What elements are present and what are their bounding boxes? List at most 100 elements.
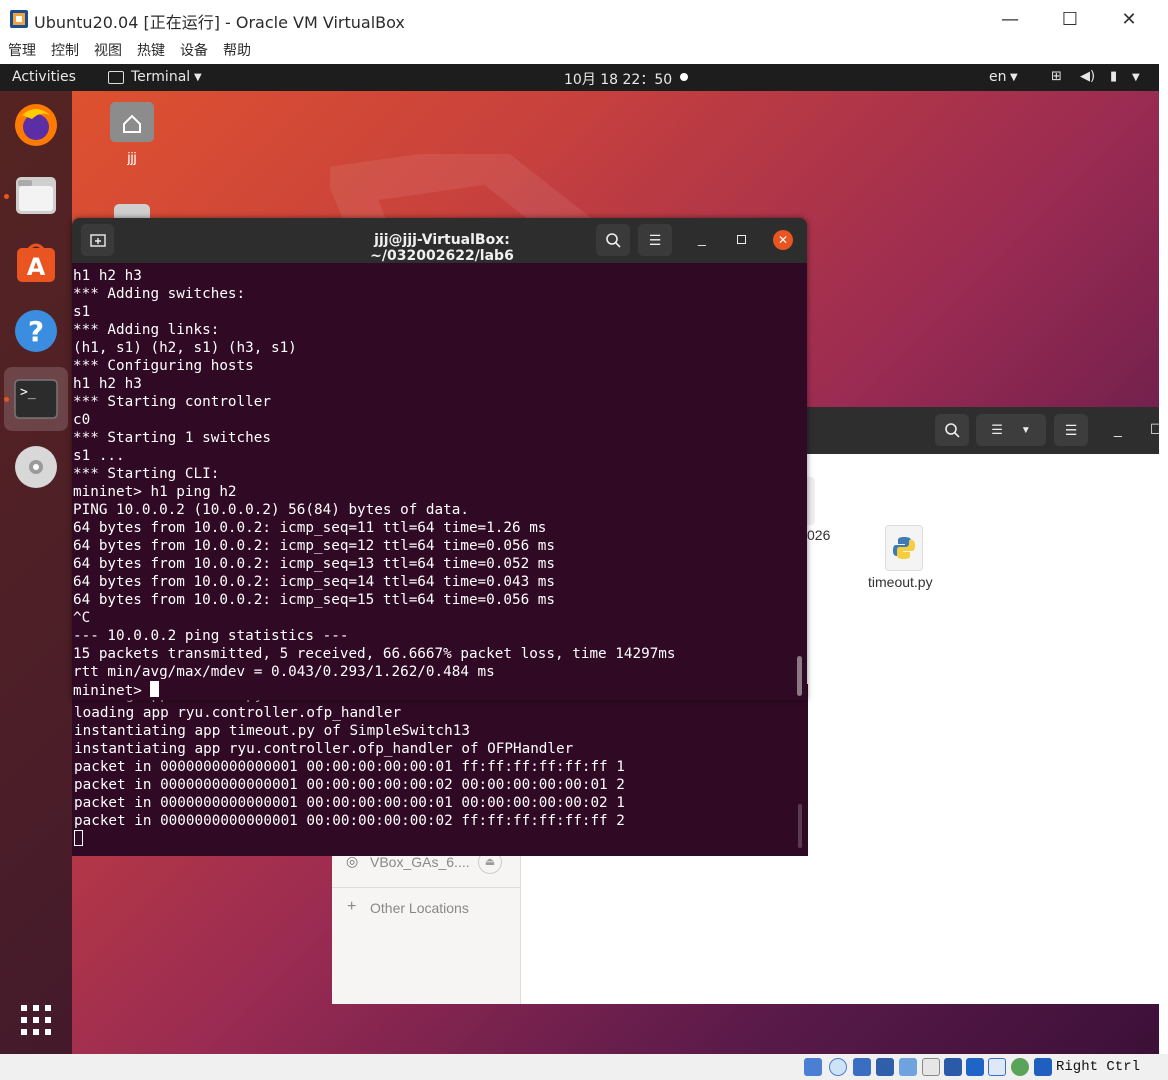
network-icon[interactable]: ⊞ xyxy=(1051,69,1062,84)
optical-disc-icon[interactable] xyxy=(10,441,62,493)
video-capture-icon[interactable] xyxy=(966,1058,984,1076)
close-button[interactable]: ✕ xyxy=(1114,4,1144,34)
help-icon[interactable]: ? xyxy=(10,305,62,357)
terminal-line: ^C xyxy=(73,610,91,626)
terminal-line: *** Adding links: xyxy=(73,322,220,338)
terminal-line: 64 bytes from 10.0.0.2: icmp_seq=11 ttl=… xyxy=(73,520,547,536)
terminal-line: PING 10.0.0.2 (10.0.0.2) 56(84) bytes of… xyxy=(73,502,469,518)
terminal-line: h1 h2 h3 xyxy=(73,376,142,392)
search-icon[interactable] xyxy=(935,414,969,446)
shared-folders-icon[interactable] xyxy=(922,1058,940,1076)
file-label-timeout[interactable]: timeout.py xyxy=(868,574,933,590)
terminal-line: instantiating app ryu.controller.ofp_han… xyxy=(74,741,574,757)
terminal-line: packet in 0000000000000001 00:00:00:00:0… xyxy=(74,777,625,793)
usb-icon[interactable] xyxy=(899,1058,917,1076)
svg-text:>_: >_ xyxy=(20,385,36,400)
terminal-cursor xyxy=(150,681,160,697)
new-tab-icon[interactable] xyxy=(81,224,114,256)
show-applications-icon[interactable] xyxy=(10,994,62,1046)
plus-icon: + xyxy=(347,898,357,915)
terminal-line: *** Configuring hosts xyxy=(73,358,254,374)
minimize-button[interactable]: _ xyxy=(1114,421,1122,437)
terminal-prompt: mininet> xyxy=(73,683,151,699)
optical-drive-icon[interactable] xyxy=(829,1058,847,1076)
file-icon-partial xyxy=(807,477,815,525)
chevron-down-icon: ▼ xyxy=(1020,424,1031,436)
vbox-titlebar: Ubuntu20.04 [正在运行] - Oracle VM VirtualBo… xyxy=(0,0,1168,38)
terminal-headerbar: jjj@jjj-VirtualBox: ~/032002622/lab6 ☰ _… xyxy=(72,218,807,264)
file-label-partial[interactable]: 026 xyxy=(807,527,830,543)
terminal-line: --- 10.0.0.2 ping statistics --- xyxy=(73,628,349,644)
keyboard-capture-icon[interactable] xyxy=(1034,1058,1052,1076)
terminal-window-back[interactable]: loading app timeout.py loading app ryu.c… xyxy=(72,684,808,856)
maximize-button[interactable]: ☐ xyxy=(1055,4,1085,34)
host-window-edge xyxy=(1159,64,1168,1054)
close-button[interactable]: ✕ xyxy=(773,230,793,250)
menu-control[interactable]: 控制 xyxy=(51,38,79,64)
gnome-topbar: Activities Terminal ▼ 10月 18 22：50 en ▼ … xyxy=(0,64,1159,91)
hard-disk-icon[interactable] xyxy=(804,1058,822,1076)
menu-devices[interactable]: 设备 xyxy=(180,38,208,64)
terminal-line: *** Starting 1 switches xyxy=(73,430,271,446)
terminal-line: 64 bytes from 10.0.0.2: icmp_seq=13 ttl=… xyxy=(73,556,556,572)
terminal-line: s1 xyxy=(73,304,91,320)
terminal-back-cursor-line xyxy=(74,830,625,849)
terminal-line: h1 h2 h3 xyxy=(73,268,142,284)
desktop-home-folder[interactable]: jjj xyxy=(106,100,158,165)
view-options-button[interactable]: ☰ ▼ xyxy=(976,414,1046,446)
terminal-icon[interactable]: >_ xyxy=(10,373,62,425)
files-icon[interactable] xyxy=(10,169,62,221)
menu-icon[interactable]: ☰ xyxy=(1054,414,1088,446)
vbox-menubar: 管理 控制 视图 热键 设备 帮助 xyxy=(0,38,1168,64)
sidebar-item-other-locations[interactable]: Other Locations xyxy=(370,900,469,916)
menu-view[interactable]: 视图 xyxy=(94,38,122,64)
minimize-button[interactable]: — xyxy=(995,4,1025,34)
sidebar-item-vbox-gas[interactable]: VBox_GAs_6.... xyxy=(370,854,470,870)
virtualization-icon[interactable] xyxy=(988,1058,1006,1076)
terminal-line: (h1, s1) (h2, s1) (h3, s1) xyxy=(73,340,297,356)
home-folder-label: jjj xyxy=(127,149,137,165)
python-file-icon[interactable] xyxy=(885,525,923,571)
clock[interactable]: 10月 18 22：50 xyxy=(564,69,672,89)
menu-hotkeys[interactable]: 热键 xyxy=(137,38,165,64)
audio-icon[interactable] xyxy=(853,1058,871,1076)
menu-manage[interactable]: 管理 xyxy=(8,38,36,64)
vbox-statusbar: Right Ctrl xyxy=(0,1054,1168,1080)
minimize-button[interactable]: _ xyxy=(698,230,706,246)
terminal-line: 64 bytes from 10.0.0.2: icmp_seq=15 ttl=… xyxy=(73,592,556,608)
battery-icon[interactable]: ▮ xyxy=(1110,69,1117,84)
firefox-icon[interactable] xyxy=(10,99,62,151)
scrollbar[interactable] xyxy=(797,656,802,696)
display-icon[interactable] xyxy=(944,1058,962,1076)
chevron-down-icon[interactable]: ▼ xyxy=(1010,72,1018,83)
running-indicator xyxy=(4,397,9,402)
virtualbox-app-icon xyxy=(9,9,29,29)
maximize-button[interactable]: ☐ xyxy=(1150,421,1159,438)
network-adapter-icon[interactable] xyxy=(876,1058,894,1076)
trash-icon[interactable] xyxy=(114,204,150,218)
terminal-front-output: h1 h2 h3 *** Adding switches: s1 *** Add… xyxy=(73,267,676,700)
mouse-integration-icon[interactable] xyxy=(1011,1058,1029,1076)
terminal-title: jjj@jjj-VirtualBox: ~/032002622/lab6 xyxy=(370,232,514,264)
volume-icon[interactable]: ◀) xyxy=(1080,69,1095,84)
activities-button[interactable]: Activities xyxy=(12,69,76,85)
search-icon[interactable] xyxy=(596,224,630,256)
language-indicator[interactable]: en xyxy=(989,69,1007,85)
terminal-prompt-line[interactable]: mininet> xyxy=(73,681,676,700)
chevron-down-icon[interactable]: ▼ xyxy=(1132,72,1140,83)
menu-help[interactable]: 帮助 xyxy=(223,38,251,64)
scrollbar[interactable] xyxy=(798,804,802,848)
terminal-line: packet in 0000000000000001 00:00:00:00:0… xyxy=(74,813,625,829)
hamburger-menu-icon[interactable]: ☰ xyxy=(638,224,672,256)
app-menu-terminal[interactable]: Terminal xyxy=(131,69,190,85)
terminal-window-front[interactable]: jjj@jjj-VirtualBox: ~/032002622/lab6 ☰ _… xyxy=(72,218,807,700)
maximize-button[interactable] xyxy=(737,235,746,244)
chevron-down-icon[interactable]: ▼ xyxy=(194,72,202,83)
software-center-icon[interactable]: A xyxy=(10,237,62,289)
running-indicator xyxy=(4,194,9,199)
terminal-line: packet in 0000000000000001 00:00:00:00:0… xyxy=(74,759,625,775)
svg-text:?: ? xyxy=(28,315,44,348)
notification-dot-icon xyxy=(680,73,688,81)
terminal-line: loading app ryu.controller.ofp_handler xyxy=(74,705,402,721)
terminal-line: 64 bytes from 10.0.0.2: icmp_seq=12 ttl=… xyxy=(73,538,556,554)
